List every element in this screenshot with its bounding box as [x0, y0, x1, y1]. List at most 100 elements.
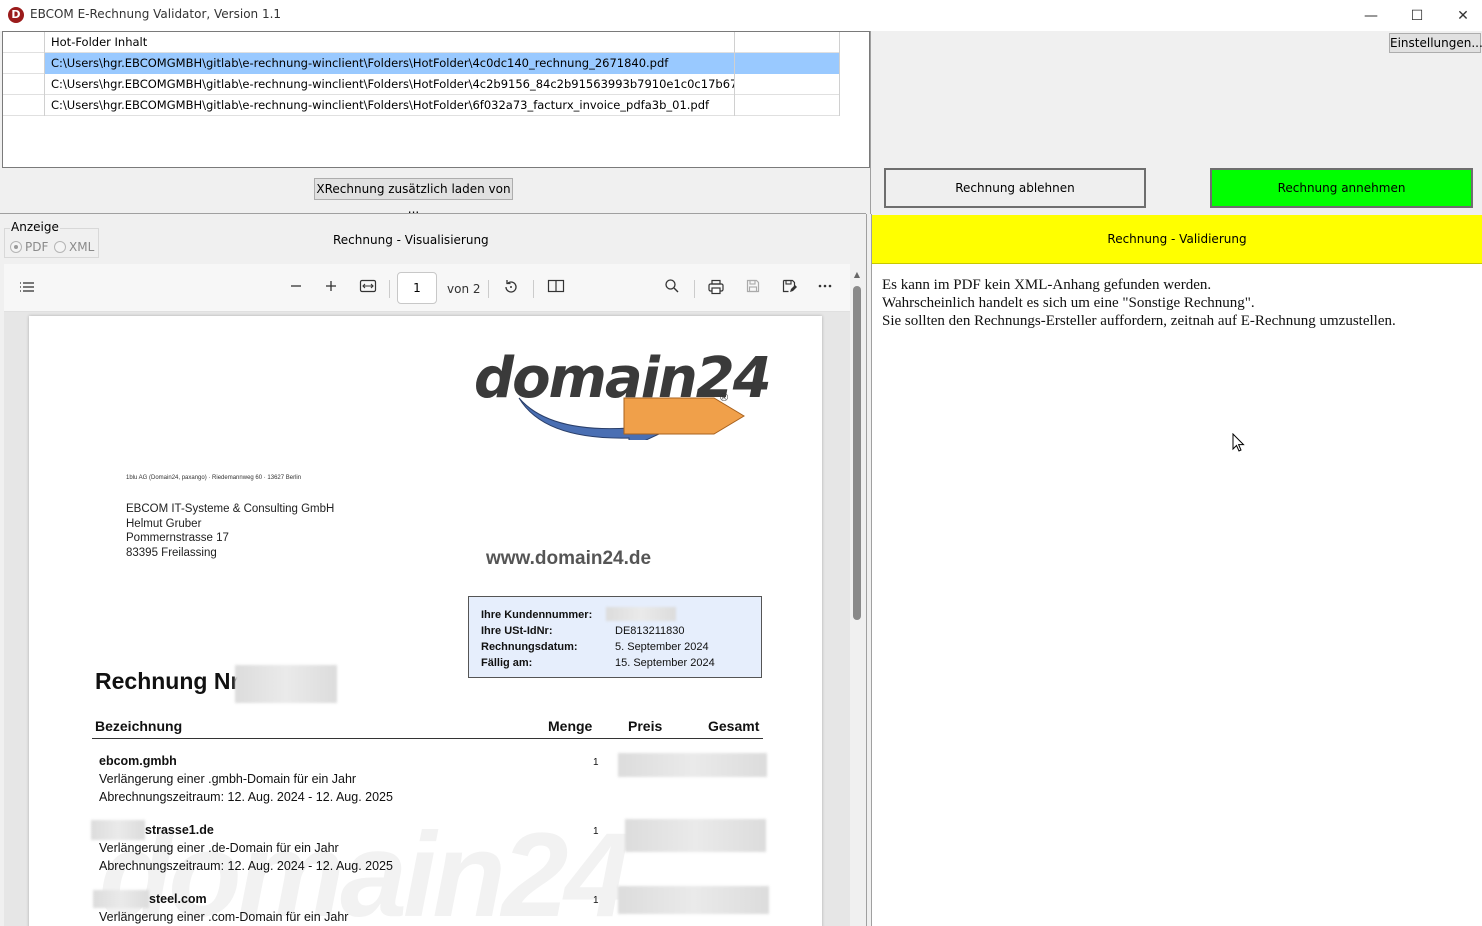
page-count: von 2	[447, 282, 481, 296]
item-description: Verlängerung einer .de-Domain für ein Ja…	[99, 841, 339, 855]
sender-line: 1blu AG (Domain24, paxango) · Riedemannw…	[126, 475, 302, 481]
toolbar-separator	[488, 280, 489, 298]
redacted-price	[618, 886, 769, 914]
faellig-value: 15. September 2024	[615, 657, 715, 669]
settings-button[interactable]: Einstellungen...	[1389, 33, 1482, 53]
item-description: Verlängerung einer .gmbh-Domain für ein …	[99, 772, 357, 786]
page-view-icon[interactable]	[546, 278, 566, 298]
customer-info-box: Ihre Kundennummer: Ihre USt-IdNr: DE8132…	[468, 596, 762, 678]
redacted-invoice-number	[235, 665, 337, 703]
address-line: Helmut Gruber	[126, 517, 202, 530]
search-icon[interactable]	[662, 278, 682, 298]
redacted-domain-prefix	[93, 890, 149, 908]
row-header-cell	[3, 53, 45, 74]
hotfolder-list[interactable]: Hot-Folder Inhalt C:\Users\hgr.EBCOMGMBH…	[2, 31, 870, 168]
reject-invoice-button[interactable]: Rechnung ablehnen	[884, 168, 1146, 208]
contents-list-icon[interactable]	[17, 278, 37, 298]
radio-xml-label: XML	[69, 240, 95, 254]
hotfolder-file[interactable]: C:\Users\hgr.EBCOMGMBH\gitlab\e-rechnung…	[45, 53, 735, 74]
vertical-divider	[870, 31, 871, 214]
recipient-address: EBCOM IT-Systeme & Consulting GmbH Helmu…	[126, 502, 334, 560]
radio-xml[interactable]: XML	[54, 240, 94, 254]
registered-mark: ®	[720, 392, 729, 404]
column-header-menge: Menge	[548, 718, 593, 734]
more-options-icon[interactable]	[815, 278, 835, 298]
minimize-button[interactable]: —	[1348, 0, 1394, 31]
item-period: Abrechnungszeitraum: 12. Aug. 2024 - 12.…	[99, 859, 393, 873]
zoom-in-icon[interactable]	[321, 278, 341, 298]
website: www.domain24.de	[486, 548, 652, 569]
hotfolder-header-row: Hot-Folder Inhalt	[3, 32, 840, 53]
rechnungsdatum-value: 5. September 2024	[615, 641, 709, 653]
close-icon: ✕	[1457, 7, 1469, 24]
item-name: steel.com	[149, 892, 207, 906]
load-xrechnung-button[interactable]: XRechnung zusätzlich laden von ...	[314, 178, 513, 216]
save-as-icon[interactable]	[779, 278, 799, 298]
page-number-input[interactable]: 1	[397, 272, 437, 304]
empty-cell	[735, 32, 840, 53]
empty-cell	[735, 95, 840, 116]
validation-line: Wahrscheinlich handelt es sich um eine "…	[882, 295, 1255, 311]
row-header-cell	[3, 95, 45, 116]
pdf-viewer[interactable]: 1 von 2 ▲ domain24 domain24 ® 1blu AG (D…	[4, 264, 864, 926]
item-description: Verlängerung einer .com-Domain für ein J…	[99, 910, 349, 924]
row-header-cell	[3, 74, 45, 95]
radio-selected-icon	[10, 241, 22, 253]
app-icon: D	[8, 7, 24, 23]
empty-cell	[735, 53, 840, 74]
zoom-out-icon[interactable]	[286, 278, 306, 298]
rotate-icon[interactable]	[501, 278, 521, 298]
accept-invoice-button[interactable]: Rechnung annehmen	[1210, 168, 1473, 208]
faellig-label: Fällig am:	[481, 657, 533, 669]
invoice-title: Rechnung Nr.	[95, 668, 245, 694]
mouse-cursor-icon	[1232, 433, 1245, 452]
ustid-label: Ihre USt-IdNr:	[481, 625, 553, 637]
save-icon[interactable]	[743, 278, 763, 298]
redacted-price	[625, 819, 766, 852]
pdf-page: domain24 domain24 ® 1blu AG (Domain24, p…	[29, 316, 822, 926]
radio-pdf-label: PDF	[25, 240, 49, 254]
item-quantity: 1	[593, 826, 599, 837]
radio-pdf[interactable]: PDF	[10, 240, 48, 254]
radio-unselected-icon	[54, 241, 66, 253]
toolbar-separator	[533, 280, 534, 298]
horizontal-divider	[0, 213, 866, 214]
fit-width-icon[interactable]	[358, 278, 378, 298]
row-header-cell	[3, 32, 45, 53]
redacted-price	[618, 753, 767, 777]
hotfolder-row-1[interactable]: C:\Users\hgr.EBCOMGMBH\gitlab\e-rechnung…	[3, 53, 840, 74]
anzeige-label: Anzeige	[10, 220, 60, 234]
column-header-bezeichnung: Bezeichnung	[95, 718, 183, 734]
toolbar-separator	[389, 280, 390, 298]
validation-line: Es kann im PDF kein XML-Anhang gefunden …	[882, 277, 1212, 293]
validation-header: Rechnung - Validierung	[872, 215, 1482, 264]
item-name: strasse1.de	[145, 823, 214, 837]
scroll-up-icon[interactable]: ▲	[850, 270, 864, 280]
print-icon[interactable]	[706, 278, 726, 298]
redacted-domain-prefix	[91, 820, 145, 840]
kundennummer-label: Ihre Kundennummer:	[481, 609, 593, 621]
empty-cell	[735, 74, 840, 95]
hotfolder-file[interactable]: C:\Users\hgr.EBCOMGMBH\gitlab\e-rechnung…	[45, 74, 735, 95]
hotfolder-row-2[interactable]: C:\Users\hgr.EBCOMGMBH\gitlab\e-rechnung…	[3, 74, 840, 95]
item-period: Abrechnungszeitraum: 12. Aug. 2024 - 12.…	[99, 790, 393, 804]
address-line: EBCOM IT-Systeme & Consulting GmbH	[126, 503, 335, 515]
hotfolder-file[interactable]: C:\Users\hgr.EBCOMGMBH\gitlab\e-rechnung…	[45, 95, 735, 116]
maximize-button[interactable]: ☐	[1394, 0, 1440, 31]
ustid-value: DE813211830	[615, 625, 685, 637]
column-header-gesamt: Gesamt	[708, 718, 760, 734]
column-header-preis: Preis	[628, 718, 663, 734]
validation-line: Sie sollten den Rechnungs-Ersteller auff…	[882, 313, 1396, 329]
item-quantity: 1	[593, 757, 599, 768]
redacted-value	[606, 607, 676, 621]
close-button[interactable]: ✕	[1440, 0, 1482, 31]
title-bar: D EBCOM E-Rechnung Validator, Version 1.…	[0, 0, 1482, 31]
pdf-scroll-thumb[interactable]	[853, 286, 861, 620]
address-line: 83395 Freilassing	[126, 546, 217, 559]
item-name: ebcom.gmbh	[99, 754, 177, 768]
item-quantity: 1	[593, 895, 599, 906]
hotfolder-row-3[interactable]: C:\Users\hgr.EBCOMGMBH\gitlab\e-rechnung…	[3, 95, 840, 116]
rechnungsdatum-label: Rechnungsdatum:	[481, 641, 578, 653]
header-divider	[92, 738, 763, 739]
visualization-title: Rechnung - Visualisierung	[333, 233, 489, 247]
